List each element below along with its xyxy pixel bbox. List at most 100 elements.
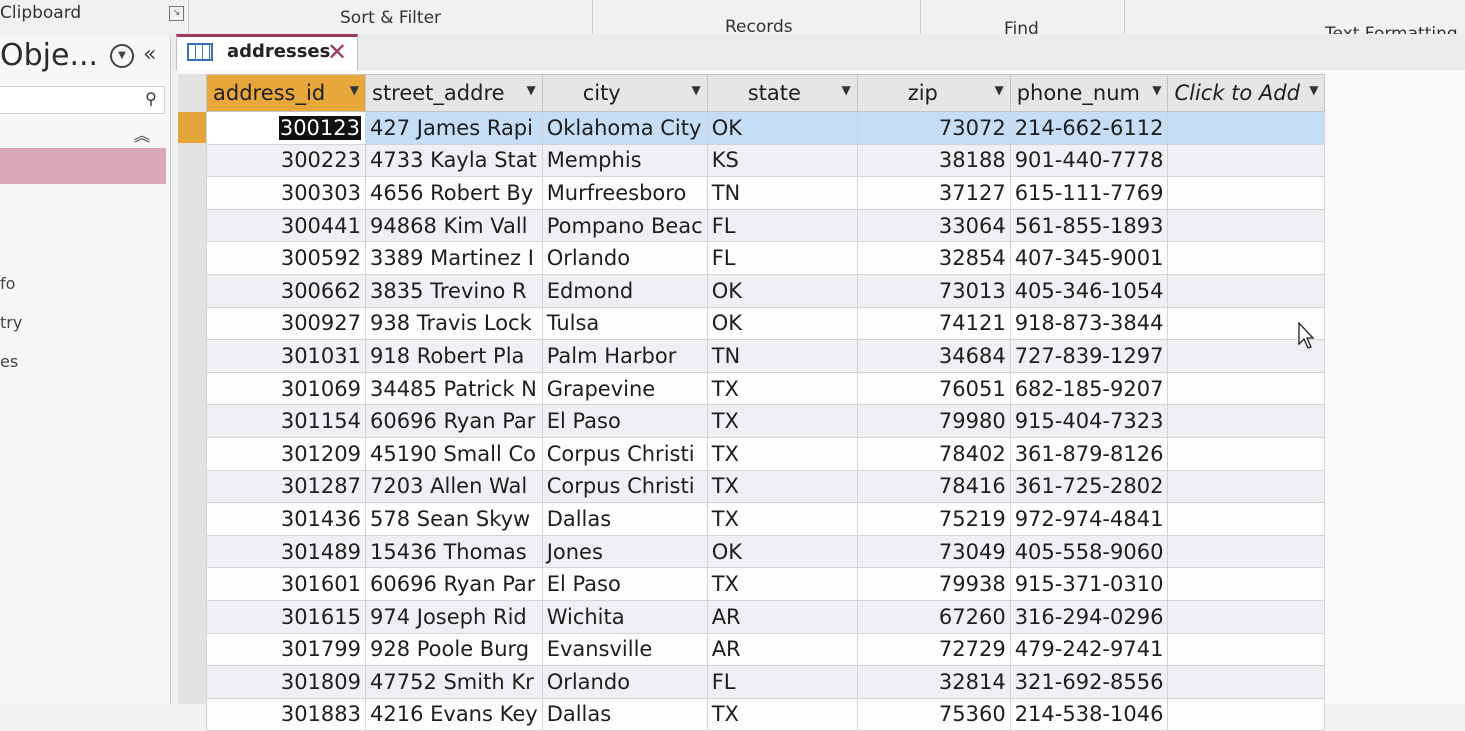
- table-cell-zip[interactable]: 74121: [856, 306, 1011, 341]
- nav-item-1[interactable]: fo: [0, 274, 15, 293]
- table-cell-click-to-add[interactable]: [1167, 436, 1326, 471]
- table-cell-address_id[interactable]: 300123: [206, 111, 366, 145]
- table-cell-zip[interactable]: 33064: [856, 208, 1011, 243]
- table-cell-click-to-add[interactable]: [1167, 241, 1326, 275]
- nav-item-2[interactable]: try: [0, 313, 22, 332]
- table-cell-street_addre[interactable]: 34485 Patrick N: [365, 371, 543, 406]
- table-row[interactable]: 300662 3835 Trevino R Edmond OK 73013 405-346…: [206, 273, 1326, 308]
- column-header-address-id[interactable]: address_id ▼: [206, 74, 366, 112]
- close-icon[interactable]: ✕: [327, 38, 347, 66]
- table-cell-city[interactable]: Wichita: [541, 599, 708, 634]
- table-row[interactable]: 300303 4656 Robert By Murfreesboro TN 37127 6…: [206, 176, 1326, 210]
- table-cell-address_id[interactable]: 300592: [206, 241, 366, 275]
- table-cell-city[interactable]: Tulsa: [541, 306, 708, 341]
- table-row[interactable]: 300592 3389 Martinez I Orlando FL 32854 407-3…: [206, 241, 1326, 275]
- table-cell-zip[interactable]: 76051: [856, 371, 1011, 406]
- table-row[interactable]: 300123 427 James Rapi Oklahoma City OK 73072…: [206, 111, 1326, 145]
- table-cell-address_id[interactable]: 300927: [206, 306, 366, 341]
- table-cell-address_id[interactable]: 301436: [206, 502, 366, 536]
- table-cell-phone_num[interactable]: 972-974-4841: [1009, 502, 1169, 536]
- table-cell-click-to-add[interactable]: [1167, 176, 1326, 210]
- table-row[interactable]: 300441 94868 Kim Vall Pompano Beac FL 33064 5…: [206, 208, 1326, 243]
- table-cell-state[interactable]: AR: [706, 599, 858, 634]
- table-cell-city[interactable]: Dallas: [541, 697, 708, 731]
- table-cell-street_addre[interactable]: 918 Robert Pla: [365, 339, 543, 373]
- column-header-phone-num[interactable]: phone_num ▼: [1009, 74, 1169, 112]
- table-cell-click-to-add[interactable]: [1167, 143, 1326, 178]
- table-cell-city[interactable]: Orlando: [541, 241, 708, 275]
- table-cell-city[interactable]: El Paso: [541, 567, 708, 601]
- circle-chevron-down-icon[interactable]: ▼: [110, 44, 134, 68]
- table-cell-address_id[interactable]: 301031: [206, 339, 366, 373]
- table-cell-address_id[interactable]: 301489: [206, 534, 366, 569]
- search-icon[interactable]: ⚲: [141, 89, 161, 109]
- dropdown-arrow-icon[interactable]: ▼: [526, 83, 535, 97]
- table-cell-address_id[interactable]: 301069: [206, 371, 366, 406]
- table-cell-city[interactable]: Dallas: [541, 502, 708, 536]
- table-row[interactable]: 301601 60696 Ryan Par El Paso TX 79938 915-37…: [206, 567, 1326, 601]
- double-chevron-up-icon[interactable]: ︽: [134, 122, 150, 146]
- table-cell-street_addre[interactable]: 4733 Kayla Stat: [365, 143, 543, 178]
- table-row[interactable]: 301883 4216 Evans Key Dallas TX 75360 214-538…: [206, 697, 1326, 731]
- table-row[interactable]: 301287 7203 Allen Wal Corpus Christi TX 7841…: [206, 469, 1326, 504]
- table-cell-state[interactable]: OK: [706, 273, 858, 308]
- table-cell-click-to-add[interactable]: [1167, 697, 1326, 731]
- table-cell-phone_num[interactable]: 682-185-9207: [1009, 371, 1169, 406]
- table-cell-state[interactable]: TX: [706, 371, 858, 406]
- table-cell-address_id[interactable]: 300303: [206, 176, 366, 210]
- table-cell-street_addre[interactable]: 3389 Martinez I: [365, 241, 543, 275]
- table-cell-street_addre[interactable]: 60696 Ryan Par: [365, 567, 543, 601]
- table-cell-phone_num[interactable]: 615-111-7769: [1009, 176, 1169, 210]
- table-cell-click-to-add[interactable]: [1167, 273, 1326, 308]
- collapse-pane-icon[interactable]: «: [143, 42, 156, 67]
- table-cell-street_addre[interactable]: 928 Poole Burg: [365, 632, 543, 667]
- nav-pane-title[interactable]: Obje...: [0, 38, 98, 73]
- table-cell-state[interactable]: TX: [706, 469, 858, 504]
- table-cell-street_addre[interactable]: 7203 Allen Wal: [365, 469, 543, 504]
- table-cell-click-to-add[interactable]: [1167, 502, 1326, 536]
- table-cell-address_id[interactable]: 301883: [206, 697, 366, 731]
- table-row[interactable]: 301154 60696 Ryan Par El Paso TX 79980 915-40…: [206, 404, 1326, 438]
- table-cell-phone_num[interactable]: 915-371-0310: [1009, 567, 1169, 601]
- table-cell-zip[interactable]: 73049: [856, 534, 1011, 569]
- table-cell-click-to-add[interactable]: [1167, 632, 1326, 667]
- table-cell-state[interactable]: TN: [706, 339, 858, 373]
- column-header-click-to-add[interactable]: Click to Add ▼: [1167, 74, 1326, 112]
- table-cell-address_id[interactable]: 301601: [206, 567, 366, 601]
- column-header-state[interactable]: state ▼: [706, 74, 858, 112]
- table-cell-state[interactable]: TN: [706, 176, 858, 210]
- table-cell-address_id[interactable]: 300441: [206, 208, 366, 243]
- table-cell-street_addre[interactable]: 427 James Rapi: [365, 111, 543, 145]
- table-cell-click-to-add[interactable]: [1167, 208, 1326, 243]
- clipboard-launcher-icon[interactable]: ↘: [169, 6, 184, 21]
- table-cell-street_addre[interactable]: 45190 Small Co: [365, 436, 543, 471]
- table-cell-zip[interactable]: 73013: [856, 273, 1011, 308]
- table-row[interactable]: 301799 928 Poole Burg Evansville AR 72729 479…: [206, 632, 1326, 667]
- table-cell-city[interactable]: Evansville: [541, 632, 708, 667]
- column-header-zip[interactable]: zip ▼: [856, 74, 1011, 112]
- table-cell-phone_num[interactable]: 214-662-6112: [1009, 111, 1169, 145]
- table-cell-phone_num[interactable]: 407-345-9001: [1009, 241, 1169, 275]
- table-cell-phone_num[interactable]: 901-440-7778: [1009, 143, 1169, 178]
- table-cell-city[interactable]: Oklahoma City: [541, 111, 708, 145]
- current-record-selector[interactable]: [178, 112, 206, 143]
- table-cell-state[interactable]: TX: [706, 436, 858, 471]
- table-cell-city[interactable]: Jones: [541, 534, 708, 569]
- table-row[interactable]: 301209 45190 Small Co Corpus Christi TX 7840…: [206, 436, 1326, 471]
- table-cell-click-to-add[interactable]: [1167, 469, 1326, 504]
- table-cell-state[interactable]: TX: [706, 567, 858, 601]
- table-cell-address_id[interactable]: 301287: [206, 469, 366, 504]
- table-cell-phone_num[interactable]: 361-725-2802: [1009, 469, 1169, 504]
- table-cell-click-to-add[interactable]: [1167, 111, 1326, 145]
- table-cell-state[interactable]: AR: [706, 632, 858, 667]
- table-row[interactable]: 301809 47752 Smith Kr Orlando FL 32814 321-69…: [206, 665, 1326, 699]
- table-cell-city[interactable]: Edmond: [541, 273, 708, 308]
- table-cell-phone_num[interactable]: 405-558-9060: [1009, 534, 1169, 569]
- table-cell-city[interactable]: Grapevine: [541, 371, 708, 406]
- dropdown-arrow-icon[interactable]: ▼: [1309, 83, 1318, 97]
- table-cell-street_addre[interactable]: 938 Travis Lock: [365, 306, 543, 341]
- table-cell-street_addre[interactable]: 60696 Ryan Par: [365, 404, 543, 438]
- table-row[interactable]: 301489 15436 Thomas Jones OK 73049 405-558-90…: [206, 534, 1326, 569]
- table-cell-street_addre[interactable]: 974 Joseph Rid: [365, 599, 543, 634]
- table-cell-zip[interactable]: 78416: [856, 469, 1011, 504]
